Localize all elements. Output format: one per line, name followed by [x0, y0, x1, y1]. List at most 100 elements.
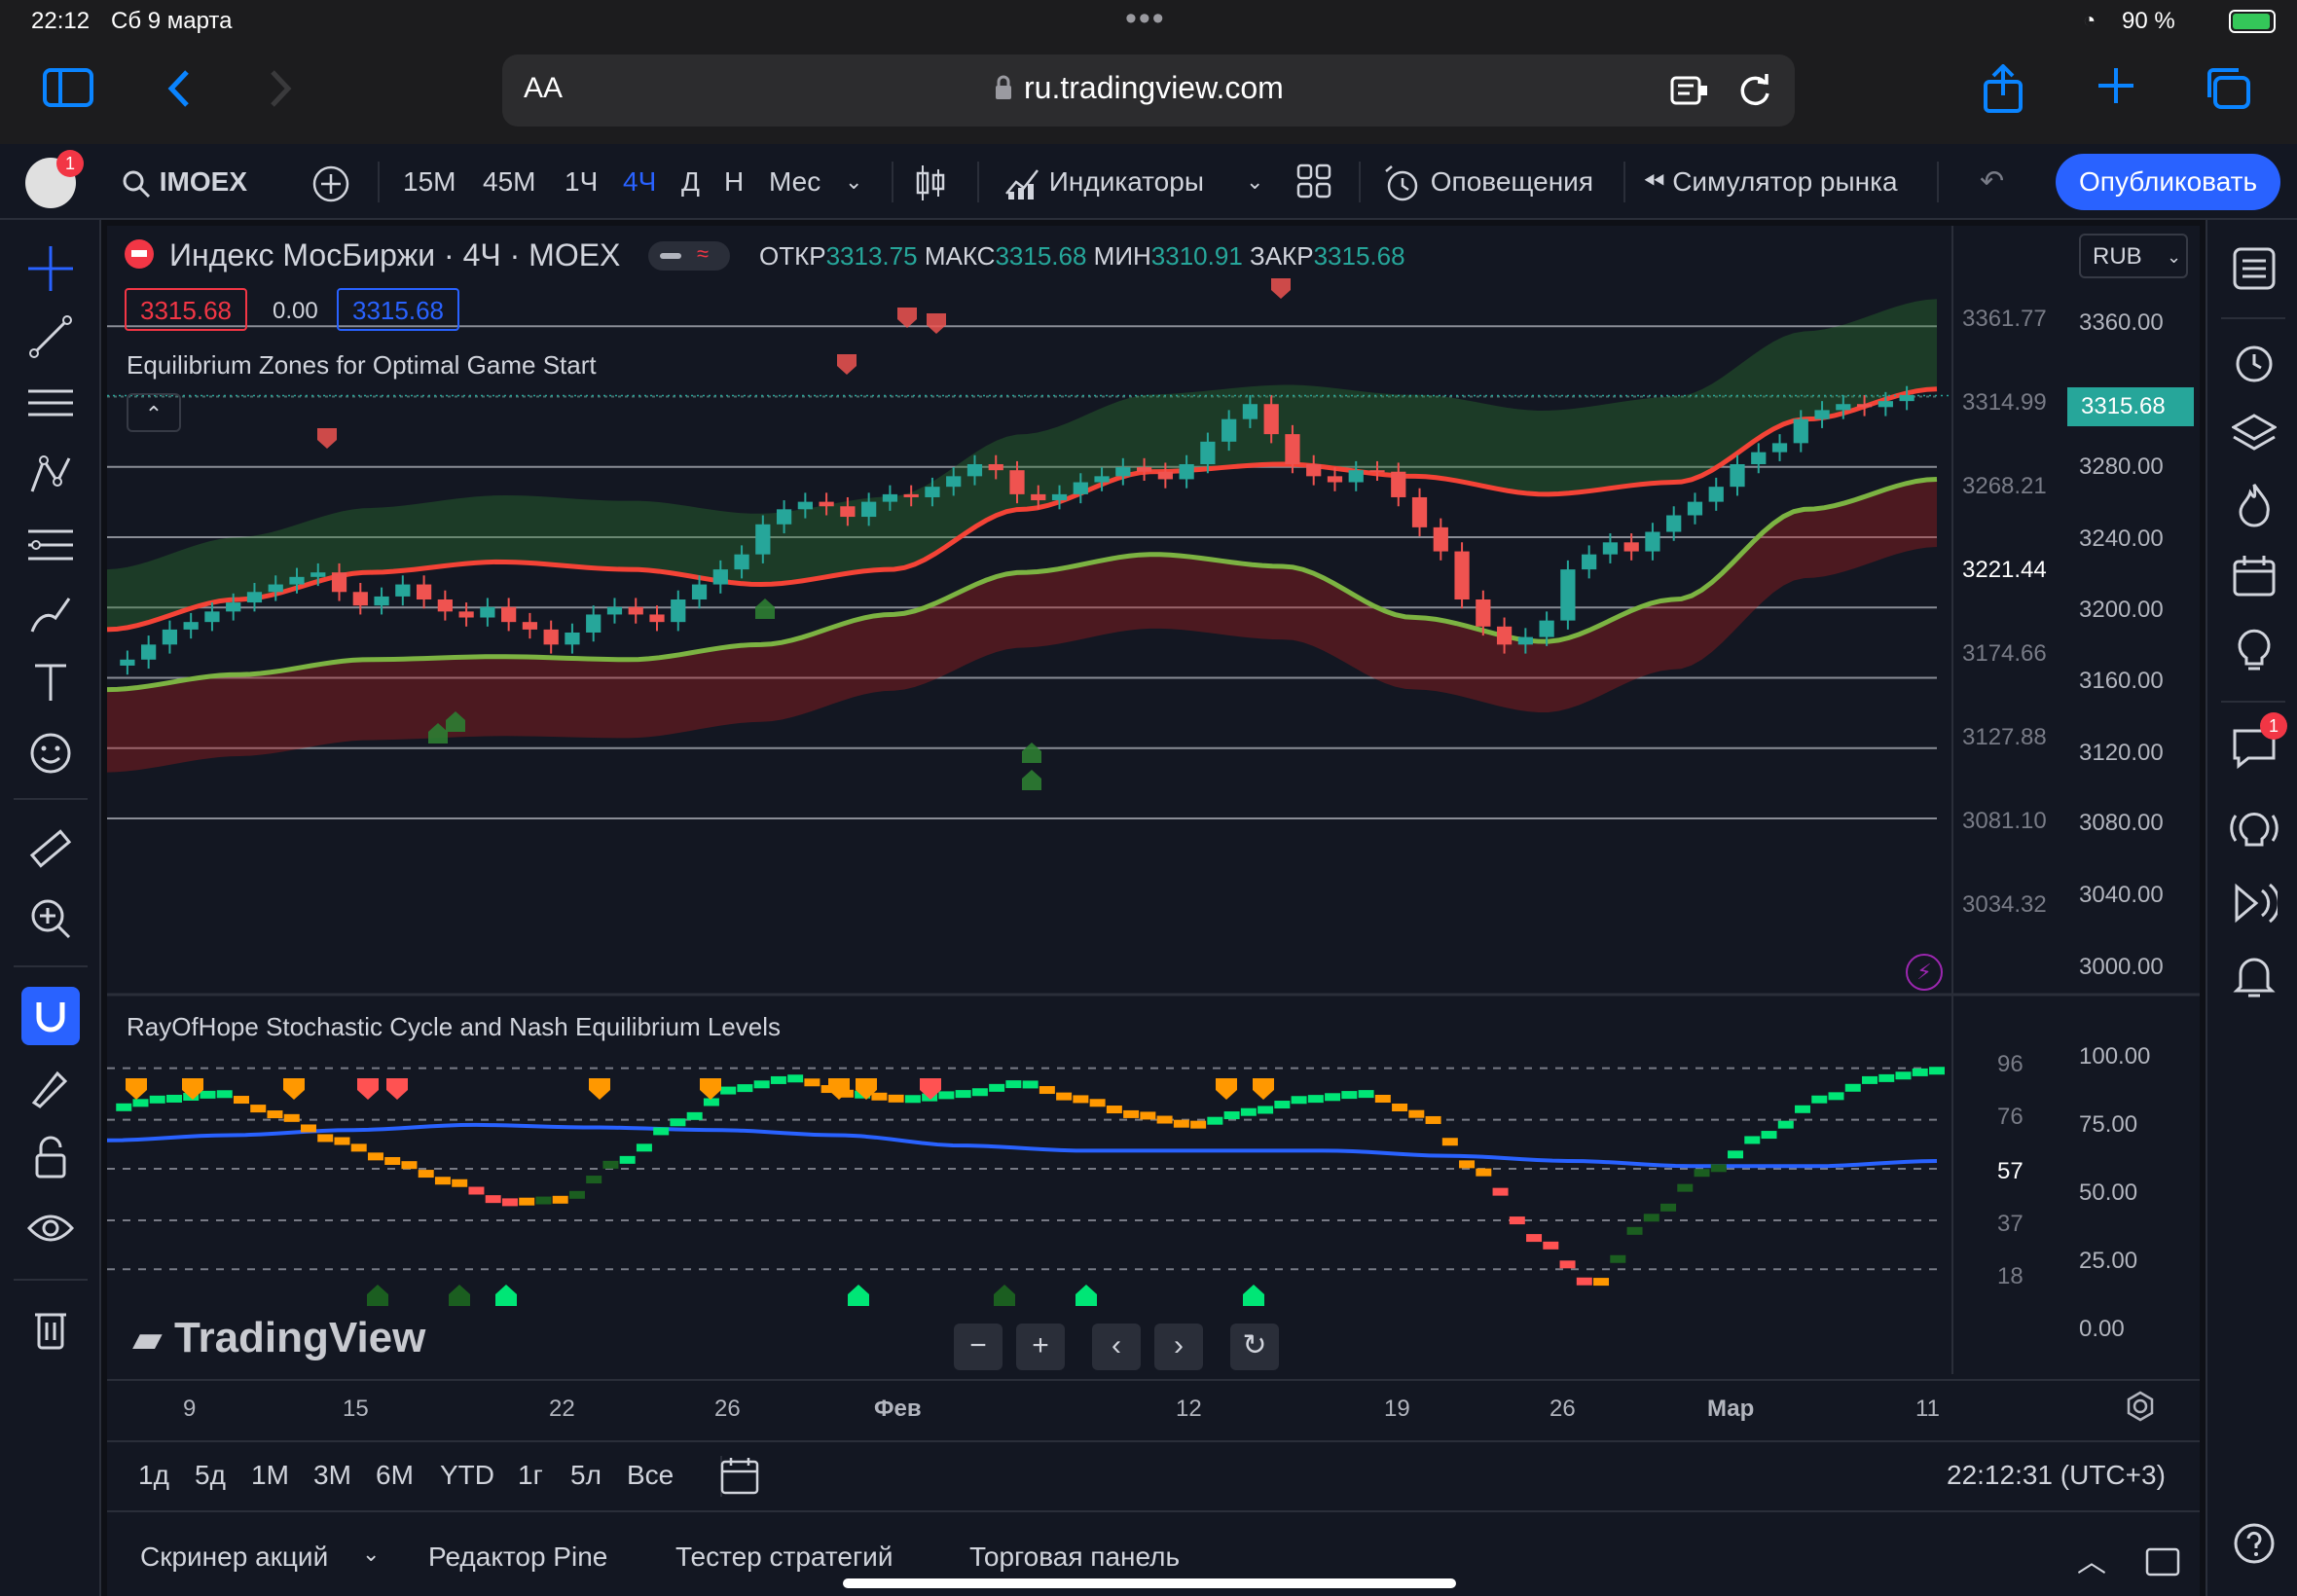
range-1d[interactable]: 1д	[138, 1460, 169, 1491]
range-5y[interactable]: 5л	[570, 1460, 602, 1491]
range-ytd[interactable]: YTD	[440, 1460, 494, 1491]
reset-chart-button[interactable]: ↻	[1230, 1324, 1279, 1370]
goto-date-icon[interactable]	[720, 1456, 759, 1497]
level-label: 3314.99	[1962, 389, 2047, 416]
chart-area[interactable]: Индекс МосБиржи · 4Ч · MOEX ≈ ОТКР3313.7…	[107, 226, 2200, 1510]
notifications-bell-icon[interactable]	[2225, 946, 2283, 1004]
symbol-search[interactable]: IMOEX	[121, 144, 247, 220]
smiley-icon[interactable]	[21, 724, 80, 782]
lightning-icon[interactable]: ⚡︎	[1906, 954, 1943, 991]
zoom-in-button[interactable]: +	[1016, 1324, 1065, 1370]
interval-month[interactable]: Мес	[769, 144, 820, 220]
range-1y[interactable]: 1г	[518, 1460, 543, 1491]
range-all[interactable]: Все	[627, 1460, 674, 1491]
stay-drawing-icon[interactable]	[21, 1059, 80, 1117]
pitchfork-icon[interactable]	[21, 446, 80, 504]
indicator-2-label[interactable]: RayOfHope Stochastic Cycle and Nash Equi…	[127, 1012, 781, 1042]
scroll-right-button[interactable]: ›	[1154, 1324, 1203, 1370]
currency-select[interactable]: RUB ⌄	[2079, 234, 2188, 278]
compare-button[interactable]	[311, 144, 350, 220]
tab-stock-screener[interactable]: Скринер акций	[140, 1542, 328, 1573]
sidebar-icon[interactable]	[43, 66, 93, 109]
symbol-title[interactable]: Индекс МосБиржи · 4Ч · MOEX	[169, 237, 620, 273]
tab-pine-editor[interactable]: Редактор Pine	[428, 1542, 607, 1573]
zoom-out-button[interactable]: −	[954, 1324, 1003, 1370]
screener-dropdown-icon[interactable]: ⌄	[362, 1542, 380, 1567]
forward-icon[interactable]	[267, 66, 296, 111]
help-icon[interactable]	[2225, 1514, 2283, 1573]
range-3m[interactable]: 3М	[313, 1460, 351, 1491]
horizontal-lines-icon[interactable]	[21, 376, 80, 434]
interval-4h[interactable]: 4Ч	[623, 144, 656, 220]
oscillator-step	[1190, 1120, 1207, 1129]
text-tool-icon[interactable]	[21, 654, 80, 712]
interval-week[interactable]: Н	[724, 144, 744, 220]
interval-45m[interactable]: 45М	[483, 144, 535, 220]
osc-bottom-marker	[994, 1285, 1015, 1306]
expand-panel-icon[interactable]: ︿	[2077, 1538, 2106, 1580]
share-icon[interactable]	[1982, 64, 2024, 113]
new-tab-icon[interactable]	[2096, 66, 2135, 105]
range-6m[interactable]: 6М	[376, 1460, 414, 1491]
market-status-toggle[interactable]: ≈	[648, 241, 730, 271]
buy-price-button[interactable]: 3315.68	[337, 288, 459, 331]
alarm-icon[interactable]	[2225, 333, 2283, 391]
symbol-label: IMOEX	[159, 166, 248, 197]
magnet-icon[interactable]	[21, 987, 80, 1045]
watchlist-icon[interactable]	[2225, 239, 2283, 298]
oscillator-step	[1005, 1080, 1022, 1089]
indicator-1-label[interactable]: Equilibrium Zones for Optimal Game Start	[127, 350, 597, 381]
trend-line-icon[interactable]	[21, 308, 80, 366]
avatar[interactable]: 1	[25, 150, 84, 208]
tabs-overview-icon[interactable]	[2204, 66, 2252, 111]
settings-gear-icon[interactable]	[2124, 1390, 2157, 1423]
multitask-dots[interactable]: •••	[1125, 0, 1166, 38]
range-1m[interactable]: 1М	[251, 1460, 289, 1491]
indicators-button[interactable]: Индикаторы	[1004, 144, 1204, 220]
alerts-button[interactable]: Оповещения	[1382, 144, 1593, 220]
interval-15m[interactable]: 15М	[403, 144, 456, 220]
ideas-bulb-icon[interactable]	[2225, 619, 2283, 677]
interval-1h[interactable]: 1Ч	[565, 144, 598, 220]
candle-body	[246, 592, 263, 603]
interval-dropdown-icon[interactable]: ⌄	[845, 144, 862, 220]
replay-button[interactable]: ⏪︎ Симулятор рынка	[1643, 144, 1898, 220]
oscillator-step	[1056, 1092, 1073, 1101]
publish-button[interactable]: Опубликовать	[2056, 154, 2281, 210]
collapse-indicators-button[interactable]: ⌃	[127, 393, 181, 432]
url-bar[interactable]: AA ru.tradingview.com	[502, 54, 1795, 127]
reader-icon[interactable]	[1670, 74, 1709, 107]
tab-trading-panel[interactable]: Торговая панель	[969, 1542, 1180, 1573]
reload-icon[interactable]	[1736, 72, 1773, 109]
lock-drawings-icon[interactable]	[21, 1129, 80, 1187]
oscillator-step	[1728, 1150, 1744, 1159]
undo-icon[interactable]: ↶	[1980, 144, 2004, 220]
trash-icon[interactable]	[21, 1300, 80, 1359]
interval-day[interactable]: Д	[681, 144, 700, 220]
fib-retracement-icon[interactable]	[21, 516, 80, 574]
indicators-dropdown-icon[interactable]: ⌄	[1246, 144, 1263, 220]
crosshair-icon[interactable]	[21, 239, 80, 298]
zoom-in-icon[interactable]	[21, 889, 80, 948]
range-5d[interactable]: 5д	[195, 1460, 226, 1491]
text-size-button[interactable]: AA	[524, 72, 563, 105]
layers-icon[interactable]	[2225, 405, 2283, 463]
tab-strategy-tester[interactable]: Тестер стратегий	[675, 1542, 893, 1573]
sell-price-button[interactable]: 3315.68	[125, 288, 247, 331]
layouts-grid-icon[interactable]	[1294, 162, 1333, 200]
ideas-stream-icon[interactable]	[2225, 800, 2283, 858]
calendar-icon[interactable]	[2225, 547, 2283, 605]
clock-timezone[interactable]: 22:12:31 (UTC+3)	[1947, 1460, 2166, 1491]
streams-play-icon[interactable]	[2225, 874, 2283, 932]
price-tick: 3200.00	[2079, 597, 2164, 623]
maximize-panel-icon[interactable]	[2145, 1545, 2180, 1578]
chat-icon[interactable]: 1	[2225, 712, 2287, 777]
scroll-left-button[interactable]: ‹	[1092, 1324, 1141, 1370]
buy-signal-marker	[755, 598, 775, 619]
back-icon[interactable]	[164, 66, 193, 111]
brush-icon[interactable]	[21, 586, 80, 644]
hotlist-flame-icon[interactable]	[2225, 475, 2283, 533]
eye-icon[interactable]	[21, 1199, 80, 1257]
chart-type-candles-icon[interactable]	[915, 163, 946, 202]
ruler-icon[interactable]	[21, 819, 80, 878]
